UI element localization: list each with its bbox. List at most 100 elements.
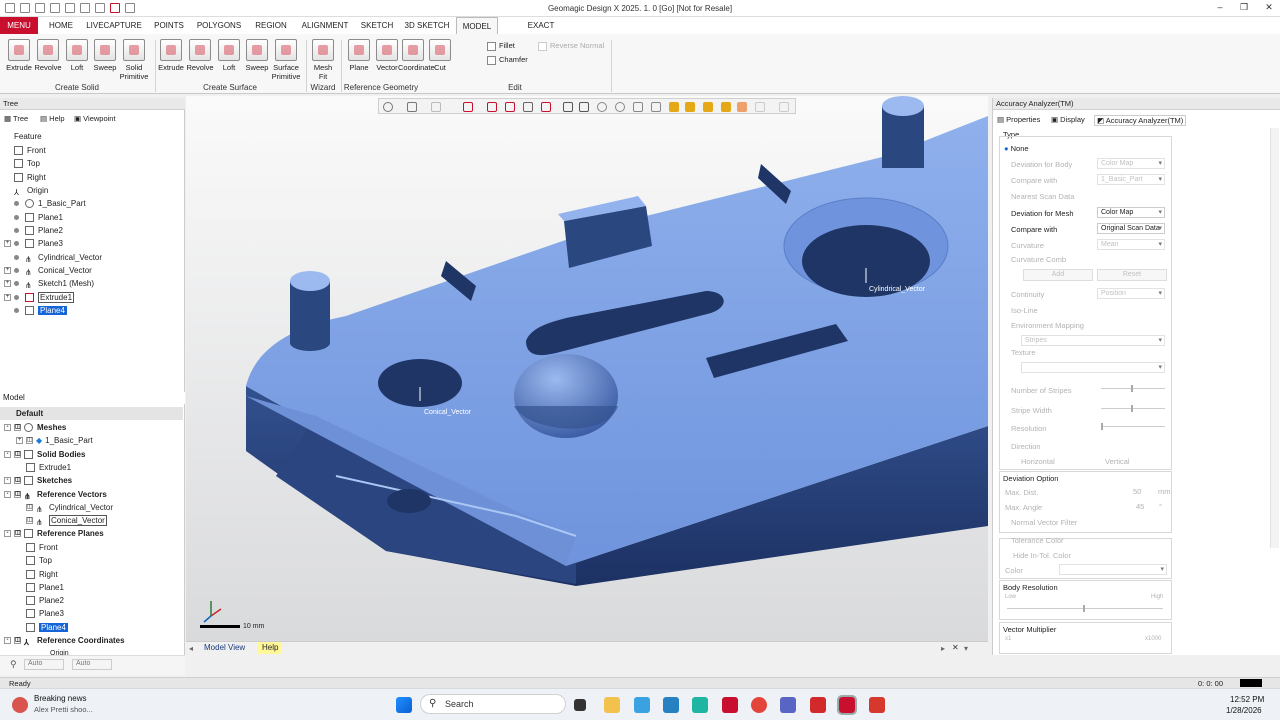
scroll-right-icon[interactable]: ▸ xyxy=(941,644,945,653)
visibility-icon[interactable]: ◫ xyxy=(14,477,21,485)
slider-knob[interactable] xyxy=(1101,423,1103,430)
visibility-dot-icon[interactable] xyxy=(14,268,19,274)
body-resolution-slider[interactable] xyxy=(1007,605,1163,612)
surface-loft-button[interactable]: Loft xyxy=(214,38,244,82)
subtab-help[interactable]: ▤ Help xyxy=(40,114,65,123)
windows-start-icon[interactable] xyxy=(396,697,412,713)
reset-button[interactable]: Reset xyxy=(1097,269,1167,281)
tab-menu[interactable]: MENU xyxy=(0,17,38,34)
view-top-icon[interactable] xyxy=(487,102,497,112)
tab-sketch[interactable]: SKETCH xyxy=(358,17,396,34)
model-plane-item[interactable]: Top xyxy=(26,554,52,567)
slider-knob[interactable] xyxy=(1083,605,1085,612)
collapse-icon[interactable]: - xyxy=(4,530,11,538)
curvature-dropdown[interactable]: Mean xyxy=(1097,239,1165,250)
view-normal-icon[interactable] xyxy=(541,102,551,112)
acrobat-icon[interactable] xyxy=(810,697,826,713)
app-icon[interactable] xyxy=(869,697,885,713)
visibility-dot-icon[interactable] xyxy=(14,281,19,287)
visibility-icon[interactable]: ◫ xyxy=(14,451,21,459)
model-vector-item[interactable]: ◫ ⋔ Conical_Vector xyxy=(26,514,107,527)
deviation-body-radio[interactable]: Deviation for Body xyxy=(1011,160,1072,169)
deviation-mesh-radio[interactable]: Deviation for Mesh xyxy=(1011,209,1074,218)
tree-item[interactable]: + ⋔ Conical_Vector xyxy=(4,264,92,277)
solid-primitive-button[interactable]: Solid Primitive xyxy=(119,38,149,82)
clock-time[interactable]: 12:52 PM xyxy=(1230,695,1264,704)
surface-revolve-button[interactable]: Revolve xyxy=(185,38,215,82)
tree-item[interactable]: + Plane3 xyxy=(4,237,63,250)
type-none-radio[interactable]: ● None xyxy=(1004,144,1029,153)
tab-help[interactable]: Help xyxy=(258,642,283,654)
close-view-icon[interactable]: ✕ xyxy=(952,643,959,652)
expand-icon[interactable]: + xyxy=(4,294,11,302)
visibility-icon[interactable]: ◫ xyxy=(14,424,21,432)
plane-button[interactable]: Plane xyxy=(344,38,374,82)
auto-mode-dropdown[interactable]: Auto xyxy=(72,659,112,670)
visibility-icon[interactable]: ◫ xyxy=(14,530,21,538)
chamfer-button[interactable]: Chamfer xyxy=(487,54,528,66)
view-options-icon[interactable] xyxy=(779,102,789,112)
auto-select-dropdown[interactable]: Auto xyxy=(24,659,64,670)
subtab-display[interactable]: ▣ Display xyxy=(1051,115,1085,124)
visibility-icon[interactable]: ◫ xyxy=(14,491,21,499)
view-section-icon[interactable] xyxy=(523,102,533,112)
tab-polygons[interactable]: POLYGONS xyxy=(196,17,242,34)
tab-points[interactable]: POINTS xyxy=(150,17,188,34)
surface-primitive-button[interactable]: Surface Primitive xyxy=(271,38,301,82)
model-plane-item[interactable]: Plane1 xyxy=(26,581,64,594)
visibility-dot-icon[interactable] xyxy=(14,308,19,314)
select-polygon-icon[interactable] xyxy=(615,102,625,112)
select-paint-icon[interactable] xyxy=(651,102,661,112)
visibility-dot-icon[interactable] xyxy=(14,295,19,301)
fillet-button[interactable]: Fillet xyxy=(487,40,515,52)
model-reference-coordinates[interactable]: - ◫ ⅄ Reference Coordinates xyxy=(4,634,125,647)
solid-extrude-button[interactable]: Extrude xyxy=(4,38,34,82)
env-mapping-radio[interactable]: Environment Mapping xyxy=(1011,321,1084,330)
collapse-icon[interactable]: - xyxy=(4,424,11,432)
tree-item[interactable]: Plane2 xyxy=(14,224,63,237)
mesh-compare-dropdown[interactable]: Original Scan Data xyxy=(1097,223,1165,234)
max-dist-value[interactable]: 50 xyxy=(1133,487,1141,496)
visibility-icon[interactable]: ◫ xyxy=(14,637,21,645)
model-plane-item[interactable]: Plane2 xyxy=(26,594,64,607)
news-title[interactable]: Breaking news xyxy=(34,694,86,703)
model-plane-item[interactable]: Plane4 xyxy=(26,621,68,634)
clock-date[interactable]: 1/28/2026 xyxy=(1226,706,1262,715)
surface-extrude-button[interactable]: Extrude xyxy=(156,38,186,82)
cylindrical-vector-label[interactable]: Cylindrical_Vector xyxy=(869,286,925,293)
resolution-slider[interactable] xyxy=(1101,423,1165,430)
view-front-icon[interactable] xyxy=(407,102,417,112)
curvature-radio[interactable]: Curvature xyxy=(1011,241,1044,250)
design-x-active-icon[interactable] xyxy=(837,695,857,715)
filter-icon[interactable]: ⚲ xyxy=(10,659,17,670)
model-plane-item[interactable]: Right xyxy=(26,568,58,581)
model-vector-item[interactable]: ◫ ⋔ Cylindrical_Vector xyxy=(26,501,113,514)
surface-sweep-button[interactable]: Sweep xyxy=(242,38,272,82)
scroll-left-icon[interactable]: ◂ xyxy=(189,644,193,653)
solid-loft-button[interactable]: Loft xyxy=(62,38,92,82)
cut-button[interactable]: Cut xyxy=(425,38,455,82)
reverse-normal-button[interactable]: Reverse Normal xyxy=(538,40,604,52)
model-origin-item[interactable]: Origin xyxy=(50,647,69,655)
expand-icon[interactable]: + xyxy=(4,240,11,248)
select-rectangle-icon[interactable] xyxy=(579,102,589,112)
stripe-width-slider[interactable] xyxy=(1101,405,1165,412)
view-back-icon[interactable] xyxy=(431,102,441,112)
tab-alignment[interactable]: ALIGNMENT xyxy=(300,17,350,34)
expand-icon[interactable]: + xyxy=(4,267,11,275)
view-menu-icon[interactable]: ▾ xyxy=(964,644,968,653)
select-options-icon[interactable] xyxy=(703,102,713,112)
tree-item[interactable]: ⅄ Origin xyxy=(14,184,48,197)
select-line-icon[interactable] xyxy=(563,102,573,112)
continuity-dropdown[interactable]: Position xyxy=(1097,288,1165,299)
body-colormap-dropdown[interactable]: Color Map xyxy=(1097,158,1165,169)
tree-item[interactable]: + ⋔ Sketch1 (Mesh) xyxy=(4,277,94,290)
tree-item[interactable]: Right xyxy=(14,171,46,184)
expand-icon[interactable]: + xyxy=(4,280,11,288)
model-default[interactable]: Default xyxy=(16,407,43,420)
visibility-dot-icon[interactable] xyxy=(14,215,19,221)
slider-knob[interactable] xyxy=(1131,405,1133,412)
select-brush-icon[interactable] xyxy=(633,102,643,112)
solid-revolve-button[interactable]: Revolve xyxy=(33,38,63,82)
minimize-button[interactable]: – xyxy=(1213,2,1227,14)
